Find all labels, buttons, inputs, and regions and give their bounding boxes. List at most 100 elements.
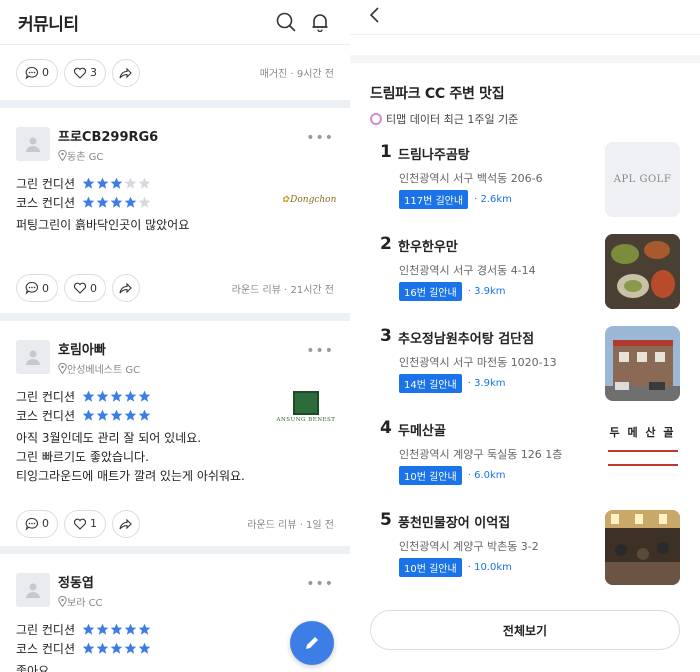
bus-route-button[interactable]: 10번 길안내 [399,558,462,577]
back-icon[interactable] [368,6,382,28]
comment-count: 0 [42,281,49,295]
divider [0,546,350,554]
heart-icon [73,67,87,79]
restaurant-thumbnail [605,326,680,401]
restaurant-item[interactable]: 2 한우한우만 인천광역시 서구 경서동 4-14 16번 길안내 · 3.9k… [380,234,680,326]
share-button[interactable] [112,274,140,302]
user-name[interactable]: 프로CB299RG6 [58,126,158,145]
star-icon [96,390,109,402]
restaurant-item[interactable]: 1 드림나주곰탕 인천광역시 서구 백석동 206-6 117번 길안내 · 2… [380,142,680,234]
heart-icon [73,282,87,294]
comment-button[interactable]: 0 [16,509,58,538]
rank-number: 3 [380,326,392,346]
share-button[interactable] [112,58,140,87]
user-name[interactable]: 호림아빠 [58,339,140,358]
restaurant-name: 풍천민물장어 이억집 [398,516,511,531]
post-actions: 0 0 라운드 리뷰 · 21시간 전 [0,263,350,313]
section-subtitle: 티맵 데이터 최근 1주일 기준 [370,111,700,127]
post-meta: 라운드 리뷰 · 1일 전 [247,520,334,531]
star-icon [96,196,109,208]
restaurant-name: 드림나주곰탕 [398,148,470,163]
tmap-icon [370,113,382,125]
avatar[interactable] [16,573,50,607]
star-rating [82,196,152,209]
restaurant-item[interactable]: 3 추오정남원추어탕 검단점 인천광역시 서구 마전동 1020-13 14번 … [380,326,680,418]
bus-route-button[interactable]: 14번 길안내 [399,374,462,393]
post-meta: 매거진 · 9시간 전 [259,69,334,80]
star-icon [110,177,123,189]
avatar[interactable] [16,340,50,374]
star-icon [82,196,95,208]
star-icon [96,642,109,654]
restaurant-thumbnail: 두 메 산 골 [605,418,680,493]
comment-count: 0 [42,66,49,79]
star-icon [110,390,123,402]
star-icon [110,642,123,654]
restaurant-thumbnail [605,510,680,585]
avatar[interactable] [16,127,50,161]
pencil-icon [306,637,318,649]
bus-route-button[interactable]: 117번 길안내 [399,190,469,209]
post-actions: 0 3 매거진 · 9시간 전 [0,45,350,100]
restaurant-item[interactable]: 4 두메산골 인천광역시 계양구 둑실동 126 1층 10번 길안내 · 6.… [380,418,680,510]
user-name[interactable]: 정동엽 [58,572,103,591]
restaurant-address: 인천광역시 서구 백석동 206-6 [399,172,543,185]
comment-icon [25,517,39,530]
star-icon [138,196,151,208]
restaurant-item[interactable]: 5 풍천민물장어 이억집 인천광역시 계양구 박촌동 3-2 10번 길안내 ·… [380,510,680,602]
course-location: 안성베네스트 GC [58,361,140,376]
distance: · 2.6km [474,194,512,205]
restaurant-name: 추오정남원추어탕 검단점 [398,332,535,347]
like-button[interactable]: 0 [64,274,106,302]
star-icon [124,177,137,189]
heart-icon [73,518,87,530]
comment-count: 0 [42,517,49,530]
like-button[interactable]: 3 [64,58,106,87]
restaurant-address: 인천광역시 서구 경서동 4-14 [399,264,536,277]
pin-icon [58,149,67,161]
post-actions: 0 1 라운드 리뷰 · 1일 전 [0,501,350,546]
more-icon[interactable]: ••• [306,130,334,146]
comment-button[interactable]: 0 [16,274,58,302]
bell-icon[interactable] [308,10,332,34]
divider [0,100,350,108]
restaurant-address: 인천광역시 계양구 박촌동 3-2 [399,540,539,553]
restaurants-header [350,0,700,35]
view-all-button[interactable]: 전체보기 [370,610,680,650]
more-icon[interactable]: ••• [306,576,334,592]
share-icon [118,282,132,294]
distance: · 10.0km [467,562,512,573]
search-icon[interactable] [274,10,298,34]
star-icon [96,177,109,189]
star-icon [82,177,95,189]
course-location: 동촌 GC [58,148,158,163]
green-condition: 그린 컨디션 [16,620,334,639]
star-rating [82,642,152,655]
pin-icon [58,595,67,607]
star-icon [82,390,95,402]
divider [0,313,350,321]
star-icon [138,642,151,654]
comment-icon [25,281,39,295]
rank-number: 5 [380,510,392,530]
course-condition: 코스 컨디션 [16,639,334,658]
post-text: 좋아요 [16,664,50,672]
distance: · 3.9km [467,378,506,389]
course-location: 보라 CC [58,594,103,609]
star-icon [124,390,137,402]
bus-route-button[interactable]: 16번 길안내 [399,282,462,301]
review-post[interactable]: 프로CB299RG6 동촌 GC ••• 그린 컨디션 코스 컨디션 퍼팅그린이… [0,108,350,263]
review-post[interactable]: 호림아빠 안성베네스트 GC ••• 그린 컨디션 코스 컨디션 아직 3월인데… [0,321,350,501]
like-button[interactable]: 1 [64,509,106,538]
write-post-button[interactable] [290,621,334,665]
star-icon [110,409,123,421]
star-icon [138,623,151,635]
bus-route-button[interactable]: 10번 길안내 [399,466,462,485]
star-icon [138,390,151,402]
comment-button[interactable]: 0 [16,58,58,87]
pin-icon [58,362,67,374]
share-button[interactable] [112,509,140,538]
star-icon [82,623,95,635]
more-icon[interactable]: ••• [306,343,334,359]
star-icon [124,196,137,208]
